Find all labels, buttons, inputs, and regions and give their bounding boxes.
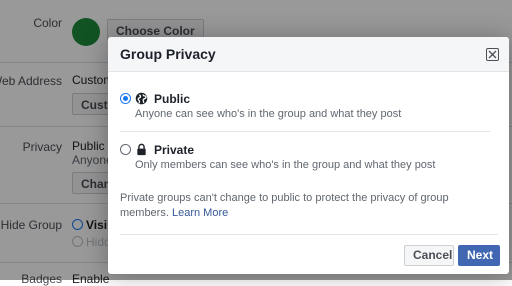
lock-icon xyxy=(137,143,146,156)
option-divider xyxy=(120,131,490,132)
learn-more-link[interactable]: Learn More xyxy=(172,207,228,219)
globe-icon xyxy=(135,92,148,105)
next-button[interactable]: Next xyxy=(458,245,500,266)
footer-divider xyxy=(120,234,498,235)
cancel-button[interactable]: Cancel xyxy=(404,245,454,266)
radio-icon[interactable] xyxy=(120,144,131,155)
close-icon xyxy=(488,50,497,59)
option-description: Only members can see who's in the group … xyxy=(135,159,436,171)
option-label: Private xyxy=(154,143,195,157)
radio-selected-icon[interactable] xyxy=(120,93,131,104)
privacy-note: Private groups can't change to public to… xyxy=(120,191,490,221)
dialog-header: Group Privacy xyxy=(108,37,509,72)
privacy-option-public[interactable]: Public Anyone can see who's in the group… xyxy=(120,92,490,124)
close-button[interactable] xyxy=(486,48,499,61)
option-description: Anyone can see who's in the group and wh… xyxy=(135,108,402,120)
option-label: Public xyxy=(154,92,191,106)
privacy-note-text: Private groups can't change to public to… xyxy=(120,192,449,219)
group-privacy-dialog: Group Privacy Public Anyone can see who'… xyxy=(108,37,509,274)
privacy-option-private[interactable]: Private Only members can see who's in th… xyxy=(120,143,490,175)
dialog-title: Group Privacy xyxy=(120,46,216,62)
